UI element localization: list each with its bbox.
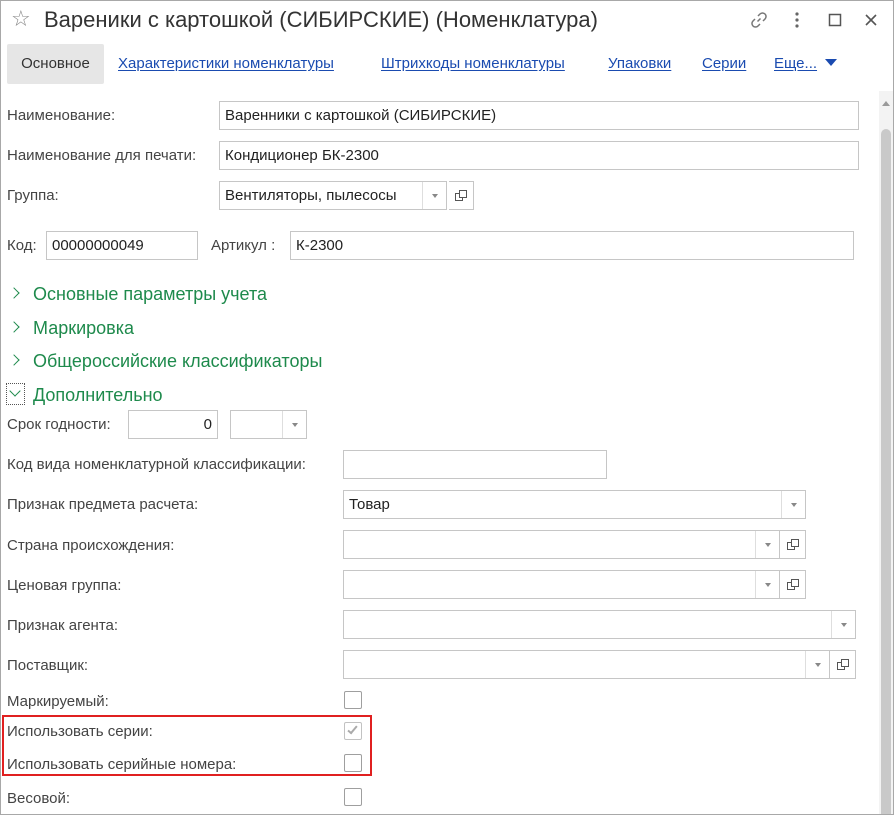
agent-field[interactable] bbox=[343, 610, 856, 639]
supplier-field[interactable] bbox=[343, 650, 830, 679]
tab-more[interactable]: Еще... bbox=[774, 44, 838, 84]
scroll-up-icon[interactable] bbox=[882, 101, 890, 106]
print-name-label: Наименование для печати: bbox=[7, 147, 197, 164]
shelf-life-label: Срок годности: bbox=[7, 416, 111, 433]
payment-subject-dropdown-button[interactable] bbox=[781, 491, 805, 518]
link-icon[interactable] bbox=[748, 9, 770, 31]
classification-code-label: Код вида номенклатурной классификации: bbox=[7, 456, 306, 473]
window-title: Вареники с картошкой (СИБИРСКИЕ) (Номенк… bbox=[44, 7, 598, 32]
name-field[interactable]: Варенники с картошкой (СИБИРСКИЕ) bbox=[219, 101, 859, 130]
tab-packages[interactable]: Упаковки bbox=[608, 44, 671, 84]
title-bar: ☆ Вареники с картошкой (СИБИРСКИЕ) (Номе… bbox=[1, 1, 893, 41]
shelf-life-unit-dropdown-button[interactable] bbox=[282, 411, 306, 438]
group-dropdown-button[interactable] bbox=[422, 182, 446, 209]
open-window-icon bbox=[455, 190, 467, 201]
classification-code-field[interactable] bbox=[343, 450, 607, 479]
code-label: Код: bbox=[7, 237, 37, 254]
tab-characteristics[interactable]: Характеристики номенклатуры bbox=[118, 44, 334, 84]
country-label: Страна происхождения: bbox=[7, 537, 175, 554]
group-open-button[interactable] bbox=[449, 181, 474, 210]
code-field[interactable]: 00000000049 bbox=[46, 231, 198, 260]
section-main-params[interactable]: Основные параметры учета bbox=[33, 283, 267, 305]
supplier-open-button[interactable] bbox=[830, 650, 856, 679]
article-field[interactable]: К-2300 bbox=[290, 231, 854, 260]
chevron-right-icon[interactable] bbox=[8, 321, 20, 333]
group-field[interactable]: Вентиляторы, пылесосы bbox=[219, 181, 447, 210]
marked-label: Маркируемый: bbox=[7, 693, 109, 710]
dropdown-arrow-icon bbox=[291, 422, 298, 427]
dropdown-arrow-icon bbox=[764, 542, 771, 547]
more-vertical-icon[interactable] bbox=[786, 9, 808, 31]
shelf-life-field[interactable]: 0 bbox=[128, 410, 218, 439]
group-value: Вентиляторы, пылесосы bbox=[225, 187, 397, 204]
dropdown-arrow-icon bbox=[764, 582, 771, 587]
chevron-right-icon[interactable] bbox=[8, 354, 20, 366]
open-window-icon bbox=[786, 579, 799, 590]
group-label: Группа: bbox=[7, 187, 59, 204]
dropdown-arrow-icon bbox=[840, 622, 847, 627]
maximize-icon[interactable] bbox=[824, 9, 846, 31]
article-label: Артикул : bbox=[211, 237, 276, 254]
country-field[interactable] bbox=[343, 530, 780, 559]
open-window-icon bbox=[836, 659, 849, 670]
open-window-icon bbox=[786, 539, 799, 550]
dropdown-arrow-icon bbox=[790, 502, 797, 507]
star-icon[interactable]: ☆ bbox=[11, 7, 31, 31]
print-name-field[interactable]: Кондиционер БК-2300 bbox=[219, 141, 859, 170]
price-group-field[interactable] bbox=[343, 570, 780, 599]
section-marking[interactable]: Маркировка bbox=[33, 317, 134, 339]
form-tabs: Основное Характеристики номенклатуры Штр… bbox=[1, 44, 893, 84]
supplier-dropdown-button[interactable] bbox=[805, 651, 829, 678]
dropdown-arrow-icon bbox=[431, 193, 438, 198]
weighted-checkbox[interactable] bbox=[344, 788, 362, 806]
agent-dropdown-button[interactable] bbox=[831, 611, 855, 638]
dropdown-arrow-icon bbox=[825, 59, 838, 66]
item-form-window: ☆ Вареники с картошкой (СИБИРСКИЕ) (Номе… bbox=[0, 0, 894, 815]
section-classifiers[interactable]: Общероссийские классификаторы bbox=[33, 350, 322, 372]
country-open-button[interactable] bbox=[780, 530, 806, 559]
chevron-right-icon[interactable] bbox=[8, 287, 20, 299]
supplier-label: Поставщик: bbox=[7, 657, 89, 674]
marked-checkbox[interactable] bbox=[344, 691, 362, 709]
weighted-label: Весовой: bbox=[7, 790, 71, 807]
price-group-dropdown-button[interactable] bbox=[755, 571, 779, 598]
shelf-life-unit-field[interactable] bbox=[230, 410, 307, 439]
close-icon[interactable] bbox=[860, 9, 882, 31]
tab-barcodes[interactable]: Штрихкоды номенклатуры bbox=[381, 44, 565, 84]
payment-subject-value: Товар bbox=[349, 496, 390, 513]
tab-main[interactable]: Основное bbox=[7, 44, 104, 84]
agent-label: Признак агента: bbox=[7, 617, 119, 634]
section-additional[interactable]: Дополнительно bbox=[33, 384, 163, 406]
scrollbar-thumb[interactable] bbox=[881, 129, 891, 814]
name-label: Наименование: bbox=[7, 107, 116, 124]
dropdown-arrow-icon bbox=[814, 662, 821, 667]
tab-more-label: Еще... bbox=[774, 55, 818, 72]
price-group-open-button[interactable] bbox=[780, 570, 806, 599]
vertical-scrollbar[interactable] bbox=[879, 91, 893, 814]
country-dropdown-button[interactable] bbox=[755, 531, 779, 558]
tab-series[interactable]: Серии bbox=[702, 44, 746, 84]
payment-subject-field[interactable]: Товар bbox=[343, 490, 806, 519]
payment-subject-label: Признак предмета расчета: bbox=[7, 496, 199, 513]
highlight-annotation-box bbox=[2, 715, 372, 776]
price-group-label: Ценовая группа: bbox=[7, 577, 122, 594]
